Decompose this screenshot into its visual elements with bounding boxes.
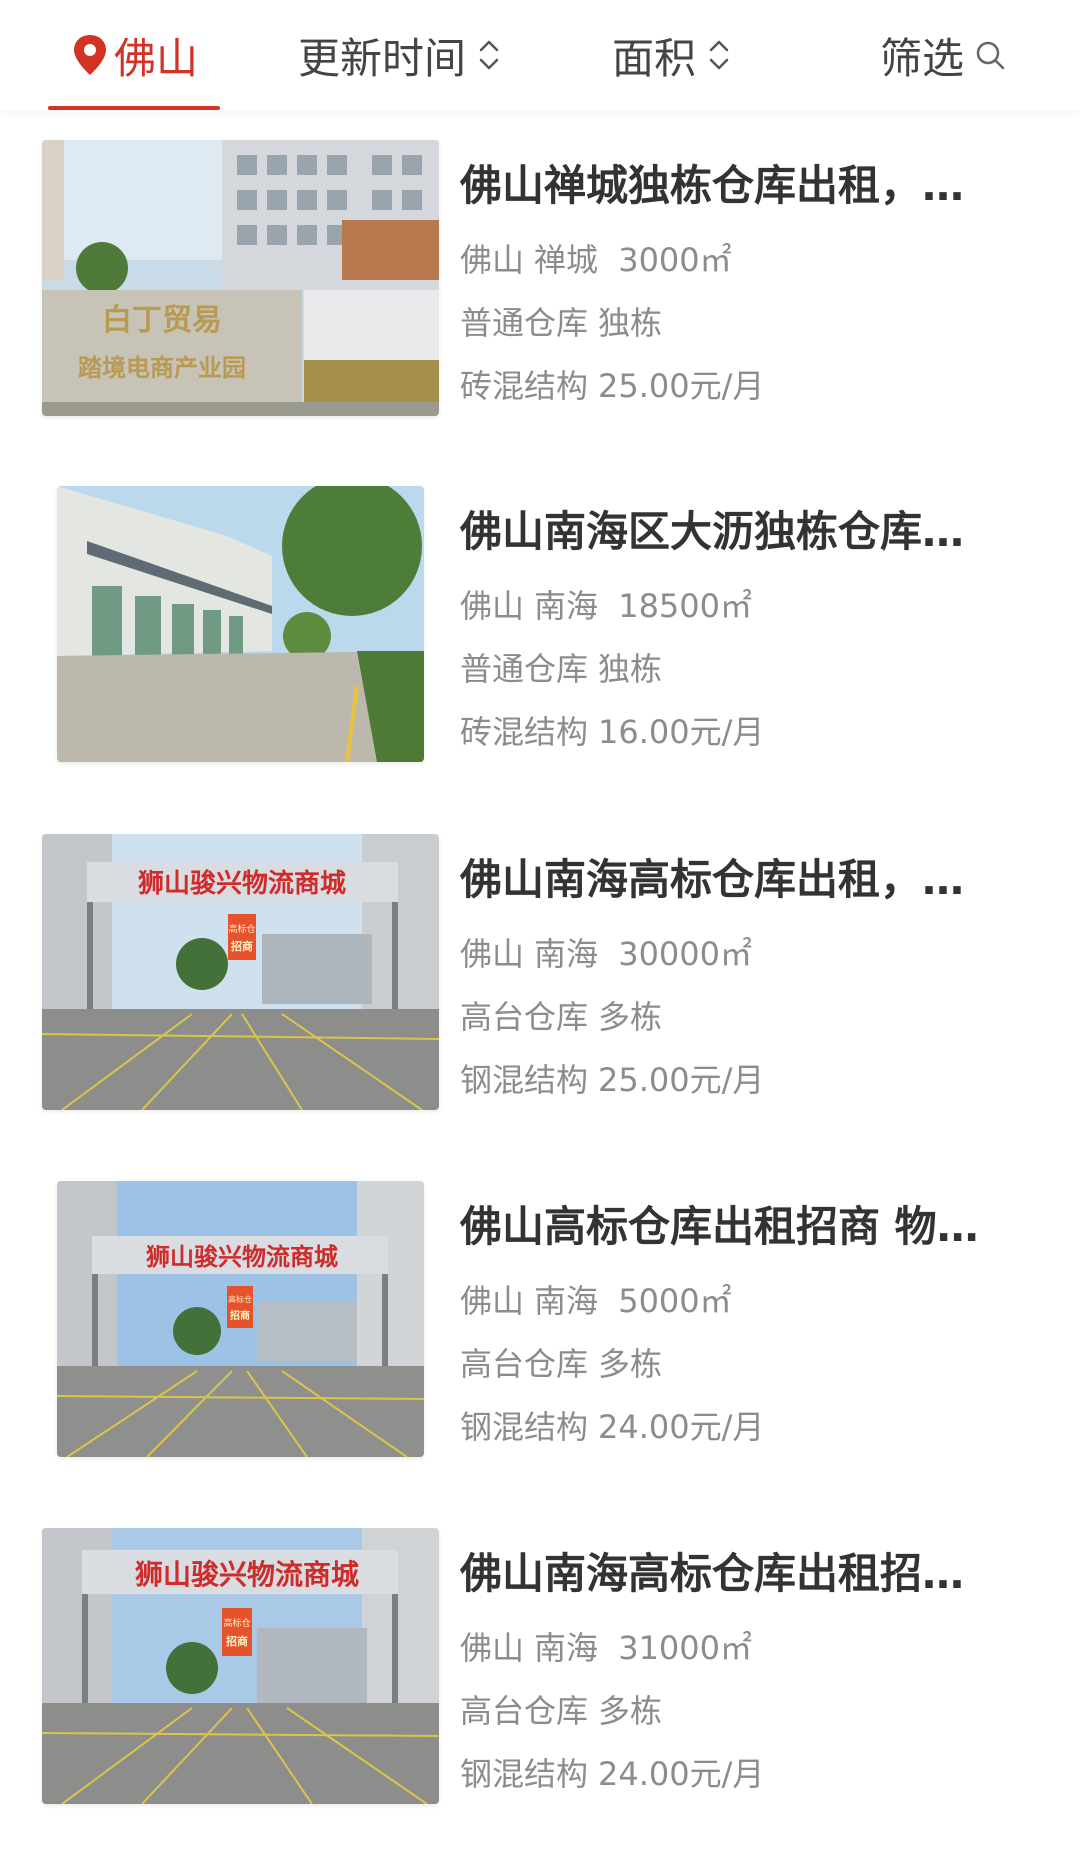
city: 佛山: [460, 1282, 525, 1320]
warehouse-type: 普通仓库: [460, 650, 589, 688]
price-line: 砖混结构 25.00元/月: [460, 364, 1020, 408]
city: 佛山: [460, 1629, 525, 1667]
price: 24.00元/月: [598, 1408, 765, 1446]
sort-arrows-icon: [709, 40, 729, 70]
listing-title: 佛山南海高标仓库出租，…: [460, 855, 965, 904]
price-line: 钢混结构 25.00元/月: [460, 1058, 1020, 1102]
district: 南海: [534, 1282, 599, 1320]
filter-label: 筛选: [880, 33, 965, 83]
size: 18500㎡: [618, 587, 753, 625]
listing-title: 佛山高标仓库出租招商 物…: [460, 1202, 979, 1251]
type-line: 高台仓库 多栋: [460, 1342, 1020, 1386]
type-line: 高台仓库 多栋: [460, 1689, 1020, 1733]
location-line: 佛山 南海 31000㎡: [460, 1626, 1020, 1670]
city: 佛山: [460, 935, 525, 973]
structure: 钢混结构: [460, 1408, 589, 1446]
city: 佛山: [460, 241, 525, 279]
location-line: 佛山 南海 18500㎡: [460, 584, 1020, 628]
size: 5000㎡: [618, 1282, 732, 1320]
district: 禅城: [534, 241, 599, 279]
sign-text-1: 白丁贸易: [102, 303, 222, 338]
warehouse-type: 高台仓库: [460, 1692, 589, 1730]
district: 南海: [534, 587, 599, 625]
gate-sign-text: 狮山骏兴物流商城: [138, 868, 346, 899]
warehouse-photo[interactable]: 狮山骏兴物流商城 高标仓 招商: [42, 1528, 439, 1804]
city: 佛山: [460, 587, 525, 625]
gate-sign-text: 狮山骏兴物流商城: [135, 1558, 359, 1591]
location-pin-icon: [74, 35, 106, 75]
price: 16.00元/月: [598, 713, 765, 751]
banner-text-2: 招商: [231, 939, 253, 953]
building-type: 独栋: [598, 650, 663, 688]
listing-card[interactable]: 白丁贸易 踏境电商产业园 佛山禅城独栋仓库出租，… 佛山 禅城 3000㎡ 普通仓…: [0, 110, 1080, 416]
banner-text-1: 高标仓: [223, 1617, 250, 1629]
listing-title: 佛山南海高标仓库出租招…: [460, 1549, 965, 1598]
price: 25.00元/月: [598, 1061, 765, 1099]
warehouse-photo[interactable]: 狮山骏兴物流商城 高标仓 招商: [42, 834, 439, 1110]
structure: 砖混结构: [460, 367, 589, 405]
filter-button[interactable]: 筛选: [880, 0, 1006, 110]
size: 30000㎡: [618, 935, 753, 973]
listing-card[interactable]: 佛山南海区大沥独栋仓库… 佛山 南海 18500㎡ 普通仓库 独栋 砖混结构 16.0…: [0, 456, 1080, 762]
update-time-label: 更新时间: [298, 33, 467, 83]
size: 31000㎡: [618, 1629, 753, 1667]
building-type: 多栋: [598, 998, 663, 1036]
update-time-sort[interactable]: 更新时间: [298, 0, 502, 110]
banner-text-1: 高标仓: [228, 923, 255, 935]
type-line: 普通仓库 独栋: [460, 647, 1020, 691]
price-line: 钢混结构 24.00元/月: [460, 1405, 1020, 1449]
building-type: 多栋: [598, 1692, 663, 1730]
location-line: 佛山 南海 5000㎡: [460, 1279, 1020, 1323]
warehouse-photo[interactable]: 狮山骏兴物流商城 高标仓 招商: [57, 1181, 424, 1457]
warehouse-type: 高台仓库: [460, 998, 589, 1036]
city-label: 佛山: [114, 33, 199, 83]
search-icon: [976, 41, 1005, 70]
sign-text-2: 踏境电商产业园: [78, 353, 246, 382]
city-filter[interactable]: 佛山: [70, 0, 198, 110]
listing-title: 佛山南海区大沥独栋仓库…: [460, 507, 965, 556]
price-line: 砖混结构 16.00元/月: [460, 710, 1020, 754]
listing-card[interactable]: 狮山骏兴物流商城 高标仓 招商 佛山南海高标仓库出租，… 佛山 南海 30000㎡: [0, 804, 1080, 1110]
warehouse-photo[interactable]: [57, 486, 424, 762]
location-line: 佛山 南海 30000㎡: [460, 932, 1020, 976]
structure: 钢混结构: [460, 1061, 589, 1099]
listing-card[interactable]: 狮山骏兴物流商城 高标仓 招商 佛山南海高标仓库出租招… 佛山 南海 31000㎡…: [0, 1498, 1080, 1804]
type-line: 高台仓库 多栋: [460, 995, 1020, 1039]
price: 24.00元/月: [598, 1755, 765, 1793]
building-type: 多栋: [598, 1345, 663, 1383]
listing-card[interactable]: 狮山骏兴物流商城 高标仓 招商 佛山高标仓库出租招商 物… 佛山 南海 5000㎡…: [0, 1151, 1080, 1457]
price: 25.00元/月: [598, 367, 765, 405]
price-line: 钢混结构 24.00元/月: [460, 1752, 1020, 1796]
warehouse-type: 高台仓库: [460, 1345, 589, 1383]
warehouse-photo[interactable]: 白丁贸易 踏境电商产业园: [42, 140, 439, 416]
district: 南海: [534, 935, 599, 973]
type-line: 普通仓库 独栋: [460, 301, 1020, 345]
structure: 砖混结构: [460, 713, 589, 751]
banner-text-2: 招商: [226, 1634, 248, 1648]
area-sort[interactable]: 面积: [612, 0, 732, 110]
area-label: 面积: [612, 33, 697, 83]
district: 南海: [534, 1629, 599, 1667]
building-type: 独栋: [598, 304, 663, 342]
size: 3000㎡: [618, 241, 732, 279]
filter-bar: 佛山 更新时间 面积 筛选: [0, 0, 1080, 110]
listing-title: 佛山禅城独栋仓库出租，…: [460, 161, 965, 210]
structure: 钢混结构: [460, 1755, 589, 1793]
location-line: 佛山 禅城 3000㎡: [460, 238, 1020, 282]
gate-sign-text: 狮山骏兴物流商城: [146, 1242, 338, 1271]
sort-arrows-icon: [479, 40, 499, 70]
warehouse-type: 普通仓库: [460, 304, 589, 342]
banner-text-2: 招商: [230, 1309, 250, 1322]
banner-text-1: 高标仓: [228, 1294, 252, 1304]
